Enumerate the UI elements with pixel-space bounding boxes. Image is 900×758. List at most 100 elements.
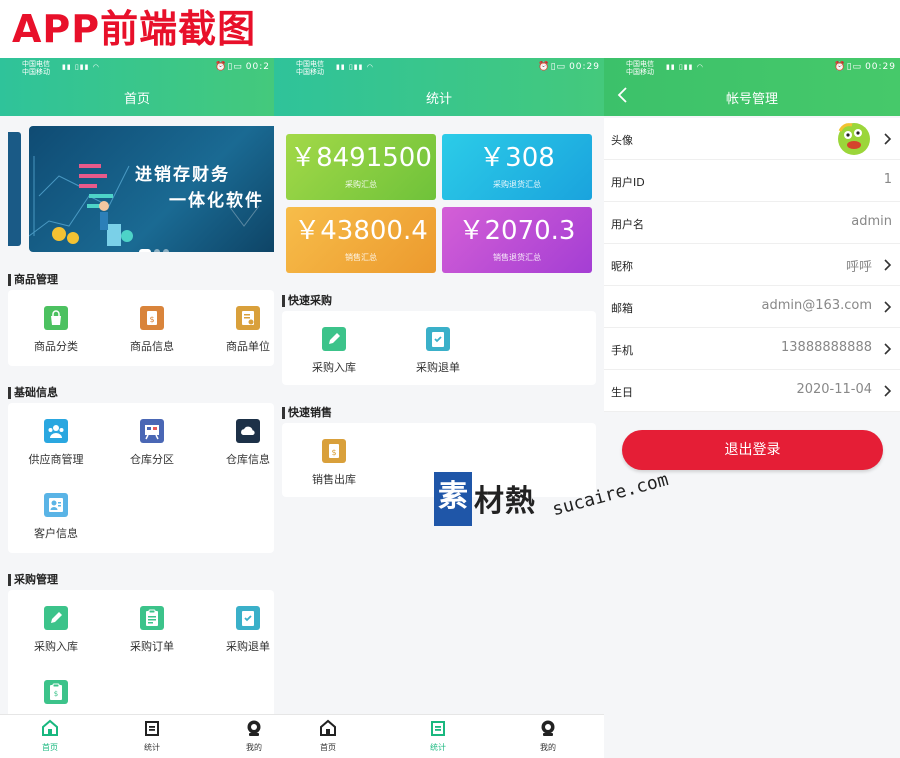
grid-item-goods-unit[interactable]: 商品单位	[208, 306, 274, 354]
svg-text:$: $	[331, 448, 336, 457]
chevron-right-icon	[884, 301, 892, 313]
section-title: 快速采购	[282, 295, 332, 307]
tab-profile[interactable]: 我的	[518, 719, 578, 753]
quick-purchase-card: 采购入库 采购退单	[282, 311, 596, 385]
profile-icon	[247, 720, 261, 736]
return-icon	[236, 606, 260, 630]
row-username: 用户名 admin	[604, 202, 900, 244]
grid-item-warehouse-info[interactable]: 仓库信息	[208, 419, 274, 467]
banner-slide[interactable]: 进销存财务 一体化软件	[29, 126, 274, 252]
grid-item-sales-out[interactable]: $ 销售出库	[294, 439, 374, 487]
profile-icon	[541, 720, 555, 736]
grid-item-supplier[interactable]: 供应商管理	[16, 419, 96, 467]
status-bar: 中国电信 中国移动 ▮▮ ▯▮▮ ◠ ⏰▯▭ 00:29	[604, 58, 900, 78]
carrier-label: 中国移动	[296, 68, 324, 76]
grid-item-goods-category[interactable]: 商品分类	[16, 306, 96, 354]
banner-headline: 进销存财务	[135, 165, 230, 185]
alarm-icon: ⏰	[834, 62, 847, 72]
carousel-indicator	[139, 240, 172, 252]
goods-management-card: 商品分类 $ 商品信息 商品单位	[8, 290, 274, 366]
grid-item-goods-info[interactable]: $ 商品信息	[112, 306, 192, 354]
tab-stats[interactable]: 统计	[122, 719, 182, 753]
carrier-label: 中国电信	[22, 60, 50, 68]
receipt-icon: $	[44, 680, 68, 704]
tab-profile[interactable]: 我的	[224, 719, 274, 753]
watermark-text: 材熱	[474, 484, 536, 519]
battery-icon: ▭	[556, 62, 567, 72]
grid-item-purchase-return[interactable]: 采购退单	[208, 606, 274, 654]
battery-icon: ▭	[233, 62, 243, 72]
page-heading: APP前端截图	[12, 7, 257, 51]
status-bar: 中国电信 中国移动 ▮▮ ▯▮▮ ◠ ⏰▯▭ 00:29	[274, 58, 604, 78]
tab-bar: 首页 统计 我的	[274, 714, 604, 758]
section-title: 商品管理	[8, 274, 58, 286]
avatar[interactable]	[836, 121, 872, 157]
grid-item-purchase-return[interactable]: 采购退单	[398, 327, 478, 375]
account-header: 中国电信 中国移动 ▮▮ ▯▮▮ ◠ ⏰▯▭ 00:29 帐号管理	[604, 58, 900, 116]
section-title: 快速销售	[282, 407, 332, 419]
grid-item-receipt[interactable]: $	[16, 680, 96, 712]
carrier-label: 中国电信	[296, 60, 324, 68]
grid-item-purchase-in[interactable]: 采购入库	[294, 327, 374, 375]
grid-item-purchase-order[interactable]: 采购订单	[112, 606, 192, 654]
grid-item-customer[interactable]: 客户信息	[16, 493, 96, 541]
grid-item-warehouse-zone[interactable]: 仓库分区	[112, 419, 192, 467]
page-title: 帐号管理	[725, 92, 778, 107]
chevron-right-icon	[884, 259, 892, 271]
cloud-icon	[236, 419, 260, 443]
status-bar: 中国电信 中国移动 ▮▮ ▯▮▮ ◠ ⏰▯▭ 00:2	[0, 58, 274, 78]
watermark-url: sucaire.com	[550, 469, 671, 521]
banner-prev-slide[interactable]	[8, 132, 21, 246]
stat-card-purchase-total[interactable]: ￥8491500 采购汇总	[286, 134, 436, 200]
stats-icon	[145, 721, 159, 736]
row-email[interactable]: 邮箱 admin@163.com	[604, 286, 900, 328]
row-nickname[interactable]: 昵称 呼呼	[604, 244, 900, 286]
chevron-right-icon	[884, 133, 892, 145]
status-time: 00:29	[865, 62, 896, 72]
stat-card-sales-total[interactable]: ￥43800.4 销售汇总	[286, 207, 436, 273]
customer-icon	[44, 493, 68, 517]
section-title: 基础信息	[8, 387, 58, 399]
logout-button[interactable]: 退出登录	[622, 430, 883, 470]
unit-icon	[236, 306, 260, 330]
chevron-right-icon	[884, 385, 892, 397]
tab-home[interactable]: 首页	[20, 719, 80, 753]
tab-stats[interactable]: 统计	[408, 719, 468, 753]
battery-icon: ▭	[852, 62, 863, 72]
row-birthday[interactable]: 生日 2020-11-04	[604, 370, 900, 412]
watermark: 素 材熱 sucaire.com	[434, 469, 684, 540]
warehouse-zone-icon	[140, 419, 164, 443]
home-icon	[320, 719, 336, 736]
stats-header: 中国电信 中国移动 ▮▮ ▯▮▮ ◠ ⏰▯▭ 00:29 统计	[274, 58, 604, 116]
row-phone[interactable]: 手机 13888888888	[604, 328, 900, 370]
signal-icon: ▮▮ ▯▮▮ ◠	[62, 63, 100, 71]
svg-text:$: $	[54, 690, 58, 698]
svg-text:$: $	[149, 315, 154, 324]
grid-item-purchase-in[interactable]: 采购入库	[16, 606, 96, 654]
status-time: 00:2	[245, 62, 270, 72]
home-screen: 中国电信 中国移动 ▮▮ ▯▮▮ ◠ ⏰▯▭ 00:2 首页 进销存财务 一体化…	[0, 58, 274, 758]
home-icon	[42, 719, 58, 736]
bag-icon	[44, 306, 68, 330]
price-tag-icon: $	[140, 306, 164, 330]
signal-icon: ▮▮ ▯▮▮ ◠	[336, 63, 374, 71]
page-title: 首页	[123, 92, 150, 107]
watermark-logo: 素	[434, 472, 472, 526]
carrier-label: 中国电信	[626, 60, 654, 68]
stat-card-sales-return-total[interactable]: ￥2070.3 销售退货汇总	[442, 207, 592, 273]
carrier-label: 中国移动	[626, 68, 654, 76]
stat-card-purchase-return-total[interactable]: ￥308 采购退货汇总	[442, 134, 592, 200]
stats-icon	[431, 721, 445, 736]
tab-home[interactable]: 首页	[298, 719, 358, 753]
pencil-icon	[322, 327, 346, 351]
basic-info-card: 供应商管理 仓库分区 仓库信息 客户信息	[8, 403, 274, 553]
banner-carousel[interactable]: 进销存财务 一体化软件	[0, 126, 274, 252]
row-avatar[interactable]: 头像	[604, 118, 900, 160]
alarm-icon: ⏰	[538, 62, 551, 72]
home-header: 中国电信 中国移动 ▮▮ ▯▮▮ ◠ ⏰▯▭ 00:2 首页	[0, 58, 274, 116]
supplier-icon	[44, 419, 68, 443]
row-user-id: 用户ID 1	[604, 160, 900, 202]
return-icon	[426, 327, 450, 351]
signal-icon: ▮▮ ▯▮▮ ◠	[666, 63, 704, 71]
account-screen: 中国电信 中国移动 ▮▮ ▯▮▮ ◠ ⏰▯▭ 00:29 帐号管理 头像 用户ID…	[604, 58, 900, 758]
